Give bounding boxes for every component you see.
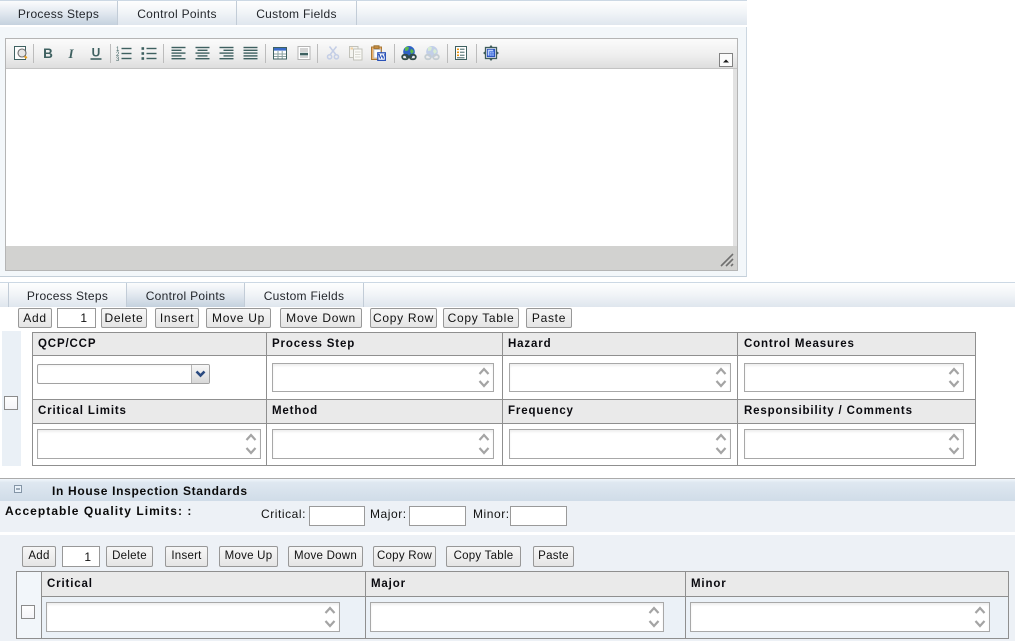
svg-text:B: B <box>43 46 53 61</box>
svg-text:I: I <box>67 46 74 61</box>
svg-text:U: U <box>92 46 101 60</box>
svg-text:3: 3 <box>116 57 120 61</box>
svg-text:W: W <box>378 52 386 61</box>
